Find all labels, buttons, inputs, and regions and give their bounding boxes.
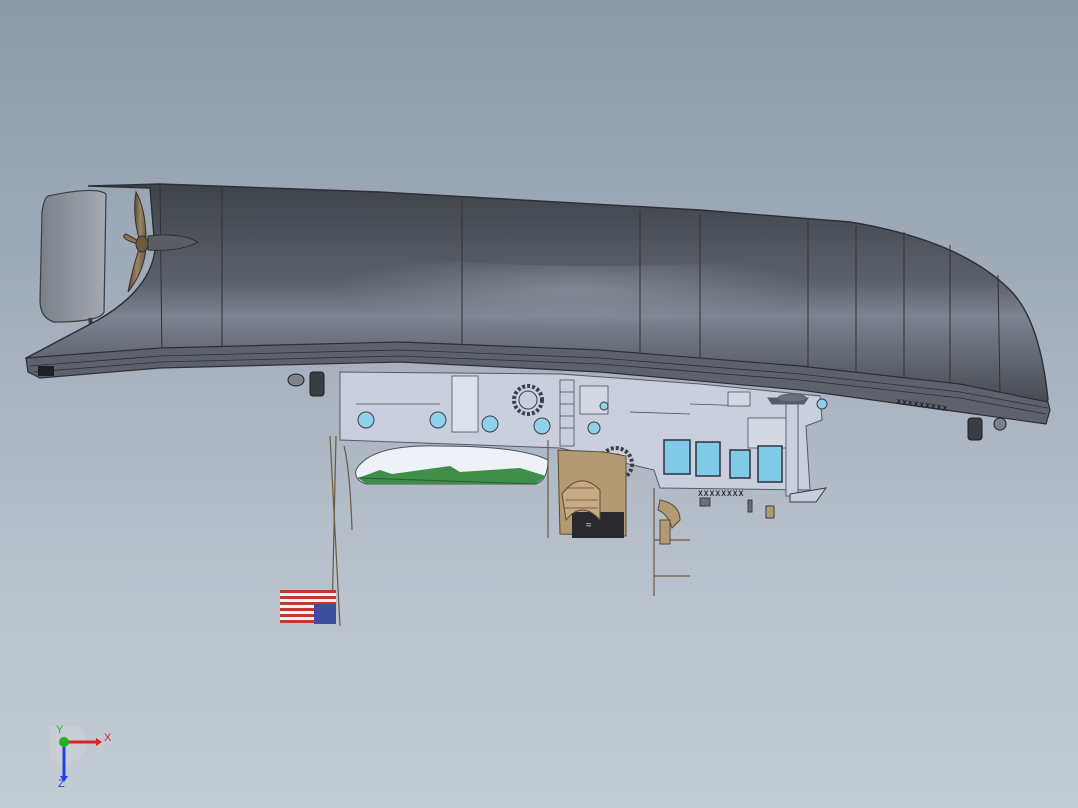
triad-y-label: Y xyxy=(56,724,64,736)
coordinate-triad[interactable]: X Y Z xyxy=(42,720,120,796)
hull-marking-bridge: XXXXXXXX xyxy=(698,490,744,499)
svg-text:≈: ≈ xyxy=(586,520,592,531)
triad-z-label: Z xyxy=(58,778,65,790)
triad-x-label: X xyxy=(104,732,112,744)
lifeboat xyxy=(355,445,549,485)
3d-viewport[interactable]: XXXXXXXXX ≈ XXXXXXXX X Y Z xyxy=(0,0,1078,808)
propeller xyxy=(123,190,149,293)
funnel: ≈ xyxy=(557,449,627,538)
ventilator-cowl xyxy=(657,499,681,545)
ship-model[interactable]: XXXXXXXXX ≈ XXXXXXXX xyxy=(0,0,1078,808)
flag xyxy=(280,590,336,624)
rudder xyxy=(39,189,107,323)
